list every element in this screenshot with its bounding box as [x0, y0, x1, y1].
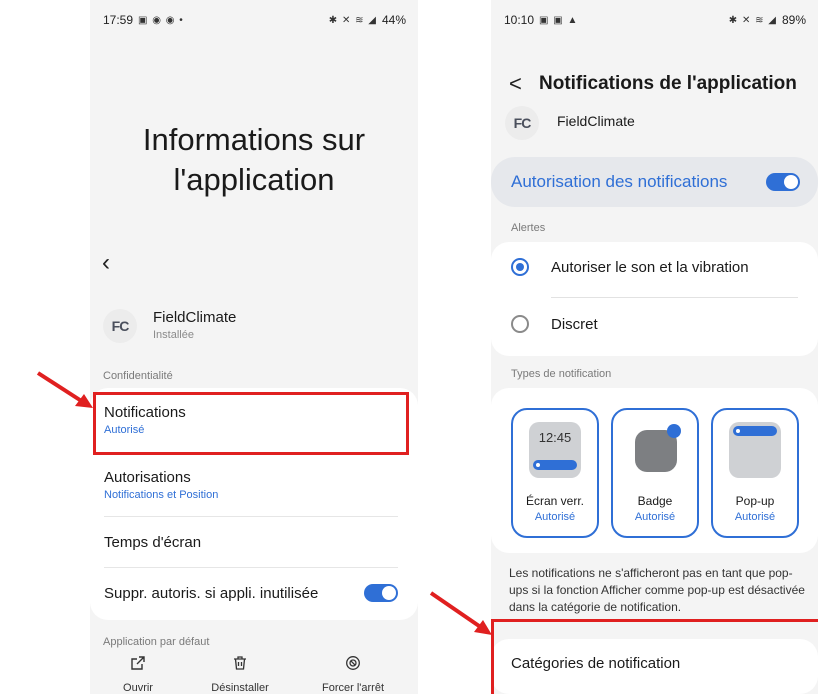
app-name: FieldClimate: [557, 113, 635, 129]
status-connectivity-icons: ✱ ✕ ≋ ◢: [328, 14, 377, 26]
alert-option-label: Discret: [551, 315, 598, 333]
allow-notifications-label: Autorisation des notifications: [511, 172, 728, 191]
default-app-section-label: Application par défaut: [103, 636, 210, 648]
app-name: FieldClimate: [153, 309, 237, 326]
left-phone-screen: 17:59 ▣ ◉ ◉ • ✱ ✕ ≋ ◢ 44% Informations s…: [90, 0, 418, 694]
status-notification-icons: ▣ ◉ ◉ •: [138, 14, 184, 26]
notification-bar-icon: [733, 426, 777, 436]
notification-types-card: 12:45 Écran verr. Autorisé Badge Autoris…: [491, 388, 818, 553]
stop-icon: [303, 654, 403, 676]
page-title: Informations sur l'application: [142, 122, 366, 197]
radio-unselected[interactable]: [511, 315, 529, 333]
allow-notifications-toggle[interactable]: [766, 173, 800, 191]
force-stop-button[interactable]: Forcer l'arrêt: [303, 654, 403, 694]
screen-time-title: Temps d'écran: [104, 534, 202, 551]
preview-time: 12:45: [538, 430, 572, 445]
permissions-title: Autorisations: [104, 469, 191, 486]
back-icon[interactable]: <: [509, 73, 522, 95]
remove-permissions-title: Suppr. autoris. si appli. inutilisée: [104, 584, 319, 602]
app-install-status: Installée: [153, 329, 194, 341]
divider: [104, 567, 398, 568]
page-title: Notifications de l'application: [539, 73, 797, 94]
lock-screen-type-tile[interactable]: 12:45 Écran verr. Autorisé: [511, 408, 599, 538]
highlight-box: [93, 392, 409, 455]
status-connectivity-icons: ✱ ✕ ≋ ◢: [728, 14, 777, 26]
privacy-section-label: Confidentialité: [103, 370, 173, 382]
alert-option-label: Autoriser le son et la vibration: [551, 258, 749, 276]
uninstall-label: Désinstaller: [211, 682, 269, 694]
battery-level: 89%: [781, 13, 806, 27]
badge-type-tile[interactable]: Badge Autorisé: [611, 408, 699, 538]
divider: [104, 516, 398, 517]
alerts-section-label: Alertes: [511, 222, 546, 234]
uninstall-button[interactable]: Désinstaller: [190, 654, 290, 694]
status-notification-icons: ▣ ▣ ▲: [539, 14, 579, 26]
red-arrow-icon: [429, 591, 492, 635]
allow-notifications-card[interactable]: Autorisation des notifications: [491, 157, 818, 207]
open-button[interactable]: Ouvrir: [90, 654, 188, 694]
popup-preview: [729, 422, 781, 478]
status-time: 17:59: [103, 13, 134, 27]
alert-option-discreet[interactable]: Discret: [511, 315, 798, 333]
force-stop-label: Forcer l'arrêt: [322, 682, 384, 694]
popup-info-text: Les notifications ne s'afficheront pas e…: [509, 566, 805, 614]
remove-permissions-toggle[interactable]: [364, 584, 398, 602]
notification-bar-icon: [533, 460, 577, 470]
tile-status: Autorisé: [734, 511, 776, 523]
lock-screen-preview: 12:45: [529, 422, 581, 478]
highlight-box: [491, 619, 818, 694]
status-bar: 10:10 ▣ ▣ ▲ ✱ ✕ ≋ ◢ 89%: [491, 0, 818, 40]
badge-dot-icon: [667, 424, 681, 438]
bottom-action-bar: Ouvrir Désinstaller Forcer l'arrêt: [90, 654, 418, 694]
battery-level: 44%: [381, 13, 406, 27]
tile-status: Autorisé: [634, 511, 676, 523]
open-external-icon: [90, 654, 188, 676]
permissions-summary: Notifications et Position: [104, 489, 219, 501]
status-time: 10:10: [504, 13, 535, 27]
tile-status: Autorisé: [534, 511, 576, 523]
back-icon[interactable]: ‹: [102, 251, 110, 275]
screen-time-row[interactable]: Temps d'écran: [104, 534, 404, 551]
red-arrow-icon: [36, 371, 93, 408]
radio-selected[interactable]: [511, 258, 529, 276]
right-phone-screen: 10:10 ▣ ▣ ▲ ✱ ✕ ≋ ◢ 89% < Notifications …: [491, 0, 818, 694]
tile-title: Écran verr.: [525, 494, 585, 508]
permissions-row[interactable]: Autorisations Notifications et Position: [104, 469, 404, 501]
alert-option-sound[interactable]: Autoriser le son et la vibration: [511, 258, 798, 276]
popup-type-tile[interactable]: Pop-up Autorisé: [711, 408, 799, 538]
notification-types-label: Types de notification: [511, 368, 612, 380]
tile-title: Badge: [637, 494, 673, 508]
app-icon: FC: [505, 106, 539, 140]
status-bar: 17:59 ▣ ◉ ◉ • ✱ ✕ ≋ ◢ 44%: [90, 0, 418, 40]
trash-icon: [190, 654, 290, 676]
open-label: Ouvrir: [123, 682, 153, 694]
app-icon: FC: [103, 309, 137, 343]
alerts-card: Autoriser le son et la vibration Discret: [491, 242, 818, 356]
remove-permissions-row[interactable]: Suppr. autoris. si appli. inutilisée: [104, 584, 398, 602]
divider: [551, 297, 798, 298]
tile-title: Pop-up: [735, 494, 775, 508]
